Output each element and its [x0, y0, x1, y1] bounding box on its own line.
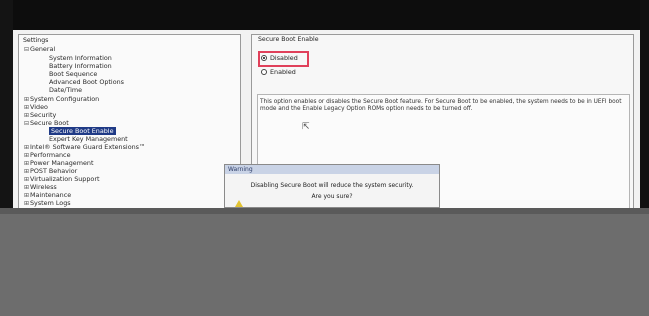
radio-label: Enabled	[270, 68, 296, 76]
desk-area	[0, 208, 649, 316]
tree-item-label: System Configuration	[30, 95, 100, 103]
settings-tree: Settings ⊟General System Information Bat…	[18, 34, 241, 208]
tree-item-power-management[interactable]: ⊞Power Management	[24, 159, 93, 167]
bios-screen: Settings ⊟General System Information Bat…	[13, 30, 640, 209]
tree-item-label: Virtualization Support	[30, 175, 100, 183]
warning-icon	[235, 200, 243, 207]
tree-item-advanced-boot-options[interactable]: Advanced Boot Options	[49, 78, 124, 86]
tree-item-label: Video	[30, 103, 48, 111]
tree-item-performance[interactable]: ⊞Performance	[24, 151, 71, 159]
tree-item-battery-information[interactable]: Battery Information	[49, 62, 112, 70]
monitor-bezel-top	[0, 0, 649, 30]
tree-item-security[interactable]: ⊞Security	[24, 111, 56, 119]
tree-item-post-behavior[interactable]: ⊞POST Behavior	[24, 167, 77, 175]
tree-item-date-time[interactable]: Date/Time	[49, 86, 82, 94]
tree-item-label: Wireless	[30, 183, 57, 191]
monitor-bottom-edge	[0, 208, 649, 214]
tree-item-wireless[interactable]: ⊞Wireless	[24, 183, 57, 191]
tree-item-system-logs[interactable]: ⊞System Logs	[24, 199, 71, 207]
tree-item-system-configuration[interactable]: ⊞System Configuration	[24, 95, 99, 103]
tree-item-secure-boot[interactable]: ⊟Secure Boot	[24, 119, 69, 127]
tree-item-label: Power Management	[30, 159, 94, 167]
dialog-message: Disabling Secure Boot will reduce the sy…	[250, 182, 414, 189]
tree-item-label: General	[30, 45, 56, 53]
tree-item-virtualization-support[interactable]: ⊞Virtualization Support	[24, 175, 99, 183]
tree-item-video[interactable]: ⊞Video	[24, 103, 48, 111]
warning-dialog: Warning Disabling Secure Boot will reduc…	[224, 164, 440, 208]
radio-selected-icon[interactable]	[261, 55, 267, 61]
tree-item-expert-key-management[interactable]: Expert Key Management	[49, 135, 128, 143]
dialog-title: Warning	[225, 165, 439, 174]
description-text: This option enables or disables the Secu…	[260, 99, 622, 113]
tree-item-general[interactable]: ⊟General	[24, 45, 55, 53]
mouse-cursor-icon: ⇱	[302, 122, 310, 132]
tree-item-label: Secure Boot	[30, 119, 69, 127]
tree-item-system-information[interactable]: System Information	[49, 54, 112, 62]
radio-unselected-icon[interactable]	[261, 69, 267, 75]
tree-item-label: POST Behavior	[30, 167, 78, 175]
radio-enabled[interactable]: Enabled	[261, 68, 296, 76]
tree-item-label: Intel® Software Guard Extensions™	[30, 143, 146, 151]
tree-item-intel-sgx[interactable]: ⊞Intel® Software Guard Extensions™	[24, 143, 145, 151]
tree-item-boot-sequence[interactable]: Boot Sequence	[49, 70, 97, 78]
panel-title: Secure Boot Enable	[258, 36, 319, 43]
tree-item-secure-boot-enable[interactable]: Secure Boot Enable	[49, 127, 116, 135]
tree-item-maintenance[interactable]: ⊞Maintenance	[24, 191, 71, 199]
tree-item-label: System Logs	[30, 199, 71, 207]
tree-item-label: Performance	[30, 151, 71, 159]
tree-item-label: Maintenance	[30, 191, 72, 199]
tree-item-label: Security	[30, 111, 57, 119]
dialog-question: Are you sure?	[311, 193, 353, 200]
tree-title: Settings	[23, 37, 49, 44]
radio-disabled[interactable]: Disabled	[261, 54, 298, 62]
radio-label: Disabled	[270, 54, 298, 62]
